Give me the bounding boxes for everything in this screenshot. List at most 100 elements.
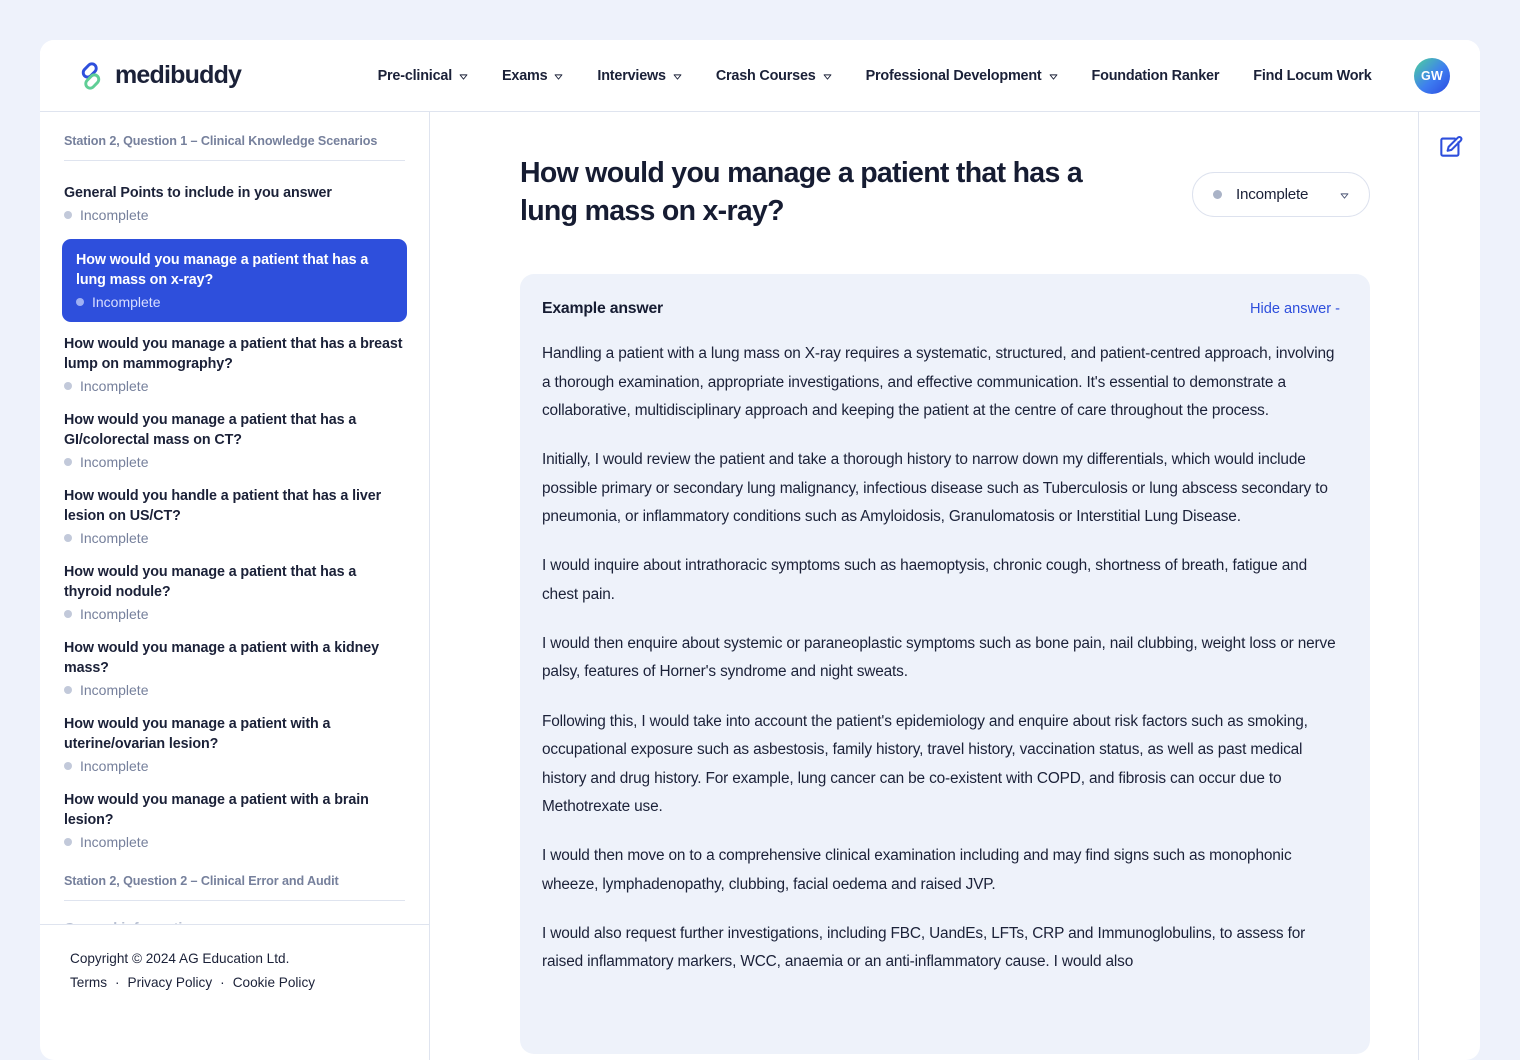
chevron-down-icon xyxy=(459,72,468,80)
sidebar-item-label: How would you manage a patient that has … xyxy=(64,412,357,449)
sidebar-item-status: Incomplete xyxy=(64,378,405,394)
status-dot-icon xyxy=(64,838,72,847)
sidebar-scroll-area[interactable]: Station 2, Question 1 – Clinical Knowled… xyxy=(40,112,429,924)
sidebar-item-uterine-ovarian-lesion[interactable]: How would you manage a patient with a ut… xyxy=(64,708,405,784)
status-label: Incomplete xyxy=(92,294,161,311)
nav-item-crash-courses[interactable]: Crash Courses xyxy=(716,68,832,84)
sidebar-item-general-information[interactable]: General information xyxy=(64,917,405,924)
nav-item-find-locum-work[interactable]: Find Locum Work xyxy=(1253,68,1371,84)
footer-link-privacy-policy[interactable]: Privacy Policy xyxy=(128,971,213,995)
status-dot-icon xyxy=(64,534,72,543)
sidebar-item-general-points[interactable]: General Points to include in you answer … xyxy=(64,177,405,233)
sidebar-item-brain-lesion[interactable]: How would you manage a patient with a br… xyxy=(64,784,405,860)
footer-link-terms[interactable]: Terms xyxy=(70,971,107,995)
avatar[interactable]: GW xyxy=(1414,57,1450,94)
sidebar-item-status: Incomplete xyxy=(76,294,393,310)
sidebar-item-gi-colorectal-mass[interactable]: How would you manage a patient that has … xyxy=(64,404,405,480)
edit-square-pencil-icon[interactable] xyxy=(1437,134,1463,160)
example-answer-header: Example answer Hide answer - xyxy=(542,300,1340,318)
status-dot-icon xyxy=(64,686,72,695)
example-answer-title: Example answer xyxy=(542,300,664,318)
status-label: Incomplete xyxy=(80,682,149,699)
app-window: medibuddy Pre-clinical Exams Interviews xyxy=(40,40,1480,1060)
sidebar-footer: Copyright © 2024 AG Education Ltd. Terms… xyxy=(40,924,429,996)
chevron-down-icon xyxy=(823,72,832,80)
sidebar-item-thyroid-nodule[interactable]: How would you manage a patient that has … xyxy=(64,556,405,632)
nav-label: Foundation Ranker xyxy=(1091,67,1220,84)
status-dot-icon xyxy=(64,458,72,467)
status-dot-icon xyxy=(76,298,84,307)
sidebar-item-label: General Points to include in you answer xyxy=(64,185,332,201)
chevron-down-icon xyxy=(554,72,563,80)
sidebar-item-liver-lesion[interactable]: How would you handle a patient that has … xyxy=(64,480,405,556)
right-rail xyxy=(1418,112,1480,1060)
sidebar-item-label: How would you manage a patient with a ut… xyxy=(64,716,331,753)
sidebar-item-status: Incomplete xyxy=(64,682,405,698)
status-badge: Incomplete xyxy=(1236,186,1309,203)
example-answer-card: Example answer Hide answer - Handling a … xyxy=(520,274,1370,1055)
nav-item-interviews[interactable]: Interviews xyxy=(597,67,682,84)
example-answer-body: Handling a patient with a lung mass on X… xyxy=(542,340,1340,976)
sidebar-item-label: How would you manage a patient that has … xyxy=(76,252,369,289)
brand-name: medibuddy xyxy=(115,61,242,89)
answer-paragraph: I would also request further investigati… xyxy=(542,924,1306,971)
status-dropdown[interactable]: Incomplete xyxy=(1192,172,1370,217)
answer-paragraph: Following this, I would take into accoun… xyxy=(542,712,1308,815)
copyright-text: Copyright © 2024 AG Education Ltd. xyxy=(70,951,290,966)
sidebar-item-status: Incomplete xyxy=(64,606,405,622)
footer-separator: · xyxy=(115,975,120,991)
sidebar-item-status: Incomplete xyxy=(64,207,405,223)
nav-item-pre-clinical[interactable]: Pre-clinical xyxy=(378,68,468,84)
nav-label: Crash Courses xyxy=(715,67,816,84)
sidebar-item-kidney-mass[interactable]: How would you manage a patient with a ki… xyxy=(64,632,405,708)
sidebar-item-label: How would you handle a patient that has … xyxy=(64,488,382,525)
status-label: Incomplete xyxy=(80,207,149,224)
sidebar-item-label: How would you manage a patient that has … xyxy=(64,564,357,601)
top-navigation-bar: medibuddy Pre-clinical Exams Interviews xyxy=(40,40,1480,112)
sidebar-item-label: How would you manage a patient with a ki… xyxy=(64,640,379,677)
nav-label: Exams xyxy=(502,67,548,84)
status-dot-icon xyxy=(1213,190,1222,199)
page-title: How would you manage a patient that has … xyxy=(520,157,1083,228)
chevron-down-icon xyxy=(673,72,682,80)
nav-item-exams[interactable]: Exams xyxy=(502,68,563,84)
sidebar-item-lung-mass[interactable]: How would you manage a patient that has … xyxy=(62,239,407,323)
answer-paragraph: I would then enquire about systemic or p… xyxy=(542,635,1336,681)
sidebar-item-status: Incomplete xyxy=(64,530,405,546)
status-dot-icon xyxy=(64,382,72,391)
status-label: Incomplete xyxy=(80,834,149,851)
sidebar-section-station2-q2: Station 2, Question 2 – Clinical Error a… xyxy=(64,874,405,902)
footer-links: Terms · Privacy Policy · Cookie Policy xyxy=(70,971,399,995)
question-sidebar: Station 2, Question 1 – Clinical Knowled… xyxy=(40,112,430,1060)
nav-label: Interviews xyxy=(597,67,666,84)
sidebar-section-station2-q1: Station 2, Question 1 – Clinical Knowled… xyxy=(64,134,405,161)
answer-paragraph: Initially, I would review the patient an… xyxy=(542,451,1328,526)
nav-label: Find Locum Work xyxy=(1253,67,1372,84)
sidebar-item-status: Incomplete xyxy=(64,834,405,850)
main-nav: Pre-clinical Exams Interviews Crash Cour… xyxy=(361,68,1388,84)
medibuddy-logo-icon xyxy=(76,61,106,91)
hide-answer-toggle[interactable]: Hide answer - xyxy=(1250,301,1340,317)
nav-label: Pre-clinical xyxy=(377,67,453,84)
sidebar-item-breast-lump[interactable]: How would you manage a patient that has … xyxy=(64,328,405,404)
footer-separator: · xyxy=(220,975,225,991)
status-label: Incomplete xyxy=(80,758,149,775)
status-dot-icon xyxy=(64,762,72,771)
footer-link-cookie-policy[interactable]: Cookie Policy xyxy=(233,971,315,995)
status-label: Incomplete xyxy=(80,606,149,623)
sidebar-item-label: How would you manage a patient that has … xyxy=(64,336,403,373)
status-label: Incomplete xyxy=(80,378,149,395)
answer-paragraph: I would inquire about intrathoracic symp… xyxy=(542,557,1307,603)
answer-paragraph: Handling a patient with a lung mass on X… xyxy=(542,345,1335,420)
nav-label: Professional Development xyxy=(865,67,1042,84)
brand-logo[interactable]: medibuddy xyxy=(76,61,242,91)
answer-paragraph: I would then move on to a comprehensive … xyxy=(542,847,1292,893)
nav-item-foundation-ranker[interactable]: Foundation Ranker xyxy=(1092,68,1220,84)
status-dot-icon xyxy=(64,610,72,619)
content-area: Station 2, Question 1 – Clinical Knowled… xyxy=(40,112,1480,1060)
status-dot-icon xyxy=(64,211,72,220)
nav-item-professional-development[interactable]: Professional Development xyxy=(866,68,1058,84)
avatar-initials: GW xyxy=(1421,68,1443,83)
chevron-down-icon xyxy=(1049,72,1058,80)
main-panel: How would you manage a patient that has … xyxy=(430,112,1418,1060)
